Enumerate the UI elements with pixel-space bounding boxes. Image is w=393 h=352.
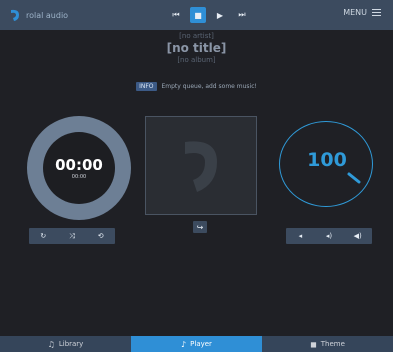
top-bar: rolal audio ⏮ ■ ▶ ⏭ MENU <box>0 0 393 30</box>
time-display: 00:00 00:00 <box>43 132 115 204</box>
logo-placeholder-icon <box>185 140 217 192</box>
volume-down-icon: ◂ <box>298 232 303 240</box>
volume-dial[interactable]: 100 <box>279 121 375 207</box>
hamburger-icon <box>372 9 381 16</box>
player-icon: ♪ <box>181 339 187 349</box>
loop-icon: ⟲ <box>97 232 104 240</box>
tab-theme-label: Theme <box>320 340 345 348</box>
skip-forward-button[interactable]: ⏭ <box>234 7 250 23</box>
skip-back-icon: ⏮ <box>172 10 180 19</box>
brand[interactable]: rolal audio <box>8 7 68 23</box>
share-button[interactable]: ↪ <box>193 221 207 233</box>
tab-player-label: Player <box>190 340 212 348</box>
loop-button[interactable]: ⟲ <box>94 229 108 243</box>
volume-up-button[interactable]: ◂) <box>322 229 336 243</box>
volume-up-icon: ◂) <box>325 232 333 240</box>
transport-controls: ⏮ ■ ▶ ⏭ <box>168 7 250 23</box>
info-badge: INFO <box>136 82 157 91</box>
queue-notice: INFO Empty queue, add some music! <box>0 82 393 91</box>
menu-button[interactable]: MENU <box>343 8 381 17</box>
track-album: [no album] <box>177 56 216 64</box>
tab-library-label: Library <box>58 340 84 348</box>
mute-icon: ◀) <box>353 232 362 240</box>
repeat-button[interactable]: ↻ <box>36 229 50 243</box>
shuffle-icon: ⤨ <box>69 231 75 240</box>
notice-message: Empty queue, add some music! <box>161 83 257 90</box>
stop-button[interactable]: ■ <box>190 7 206 23</box>
playback-mode-controls: ↻ ⤨ ⟲ <box>29 228 115 244</box>
skip-back-button[interactable]: ⏮ <box>168 7 184 23</box>
tab-theme[interactable]: ◼ Theme <box>262 336 393 352</box>
track-info: [no artist] [no title] [no album] <box>0 32 393 65</box>
menu-label: MENU <box>343 8 367 17</box>
album-art <box>145 116 257 215</box>
skip-forward-icon: ⏭ <box>238 10 246 19</box>
elapsed-time: 00:00 <box>55 155 103 174</box>
theme-icon: ◼ <box>310 339 317 349</box>
total-time: 00:00 <box>71 173 87 180</box>
play-icon: ▶ <box>216 10 224 20</box>
logo-icon <box>11 9 19 21</box>
stop-icon: ■ <box>194 10 202 20</box>
volume-knob[interactable] <box>279 121 375 205</box>
library-icon: ♫ <box>47 339 55 349</box>
tab-library[interactable]: ♫ Library <box>0 336 131 352</box>
bottom-nav: ♫ Library ♪ Player ◼ Theme <box>0 336 393 352</box>
repeat-icon: ↻ <box>40 232 47 240</box>
play-button[interactable]: ▶ <box>212 7 228 23</box>
volume-down-button[interactable]: ◂ <box>293 229 307 243</box>
brand-text: rolal audio <box>26 10 69 20</box>
shuffle-button[interactable]: ⤨ <box>65 229 79 243</box>
progress-dial[interactable]: 00:00 00:00 <box>19 116 137 220</box>
volume-controls: ◂ ◂) ◀) <box>286 228 372 244</box>
mute-button[interactable]: ◀) <box>351 229 365 243</box>
share-icon: ↪ <box>196 222 204 232</box>
track-artist: [no artist] <box>179 32 214 40</box>
tab-player[interactable]: ♪ Player <box>131 336 262 352</box>
track-title: [no title] <box>166 41 227 55</box>
